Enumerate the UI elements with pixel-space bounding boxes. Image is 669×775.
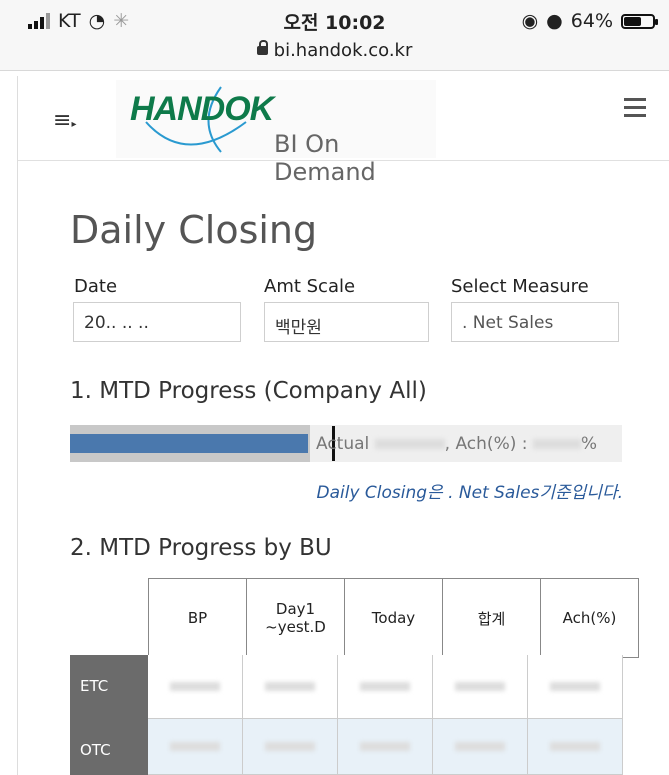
table-cell[interactable] (148, 655, 243, 719)
app-header: ≡▸ HANDOK BI On Demand (17, 76, 669, 186)
row-label-otc[interactable]: OTC (70, 719, 148, 775)
lock-icon (256, 40, 268, 55)
table-cell[interactable] (148, 719, 243, 775)
url-text: bi.handok.co.kr (273, 40, 413, 61)
hamburger-menu-icon[interactable] (624, 98, 646, 122)
measure-label: Select Measure (451, 276, 589, 297)
table-cell[interactable] (528, 655, 623, 719)
table-cell[interactable] (243, 719, 338, 775)
table-cell[interactable] (338, 719, 433, 775)
row-label-etc[interactable]: ETC (70, 655, 148, 719)
redacted-value (265, 742, 315, 751)
column-header[interactable]: Ach(%) (540, 578, 639, 658)
redacted-value (455, 742, 505, 751)
logo-text: HANDOK (130, 90, 274, 128)
redacted-value (550, 742, 600, 751)
ach-label: , Ach(%) : (444, 434, 528, 454)
app-subtitle: BI On Demand (274, 130, 376, 186)
nav-toggle-button[interactable]: ≡▸ (53, 108, 76, 133)
date-label: Date (74, 276, 118, 297)
column-header[interactable]: BP (148, 578, 247, 658)
progress-actual-bar (70, 434, 308, 453)
battery-percent: 64% (570, 10, 613, 32)
browser-status-bar: KT ◔ ✳ 오전 10:02 ◉ ● 64% bi.handok.co.kr (0, 0, 669, 71)
redacted-value (170, 742, 220, 751)
table-cell[interactable] (338, 655, 433, 719)
status-right: ◉ ● 64% (521, 10, 658, 32)
table-cell[interactable] (243, 655, 338, 719)
address-bar[interactable]: bi.handok.co.kr (0, 40, 669, 61)
mtd-section-title: 1. MTD Progress (Company All) (70, 378, 427, 404)
redacted-value (360, 742, 410, 751)
battery-icon (621, 13, 658, 29)
actual-label: Actual (316, 434, 370, 454)
amt-scale-label: Amt Scale (264, 276, 356, 297)
redacted-value (455, 682, 505, 691)
redacted-value (532, 439, 581, 449)
redacted-value (170, 682, 220, 691)
redacted-value (550, 682, 600, 691)
bu-table-header: BP Day1 ~yest.D Today 합계 Ach(%) (148, 578, 639, 658)
redacted-value (360, 682, 410, 691)
column-header[interactable]: Day1 ~yest.D (246, 578, 345, 658)
date-field[interactable]: 20.. .. .. (73, 302, 241, 342)
handok-logo[interactable]: HANDOK BI On Demand (116, 80, 436, 186)
redacted-value (265, 682, 315, 691)
amt-scale-field[interactable]: 백만원 (264, 302, 429, 342)
bu-section-title: 2. MTD Progress by BU (70, 535, 332, 561)
measure-note: Daily Closing은 . Net Sales기준입니다. (316, 483, 623, 503)
measure-select[interactable]: . Net Sales (451, 302, 619, 342)
table-cell[interactable] (433, 719, 528, 775)
content-border (17, 160, 18, 775)
table-cell[interactable] (528, 719, 623, 775)
alarm-icon: ● (546, 10, 563, 32)
progress-label: Actual , Ach(%) : % (316, 434, 597, 454)
page-title: Daily Closing (70, 208, 318, 252)
rotation-lock-icon: ◉ (521, 10, 539, 32)
column-header[interactable]: Today (344, 578, 443, 658)
percent-sign: % (580, 434, 598, 454)
table-cell[interactable] (433, 655, 528, 719)
redacted-value (374, 439, 445, 449)
column-header[interactable]: 합계 (442, 578, 541, 658)
